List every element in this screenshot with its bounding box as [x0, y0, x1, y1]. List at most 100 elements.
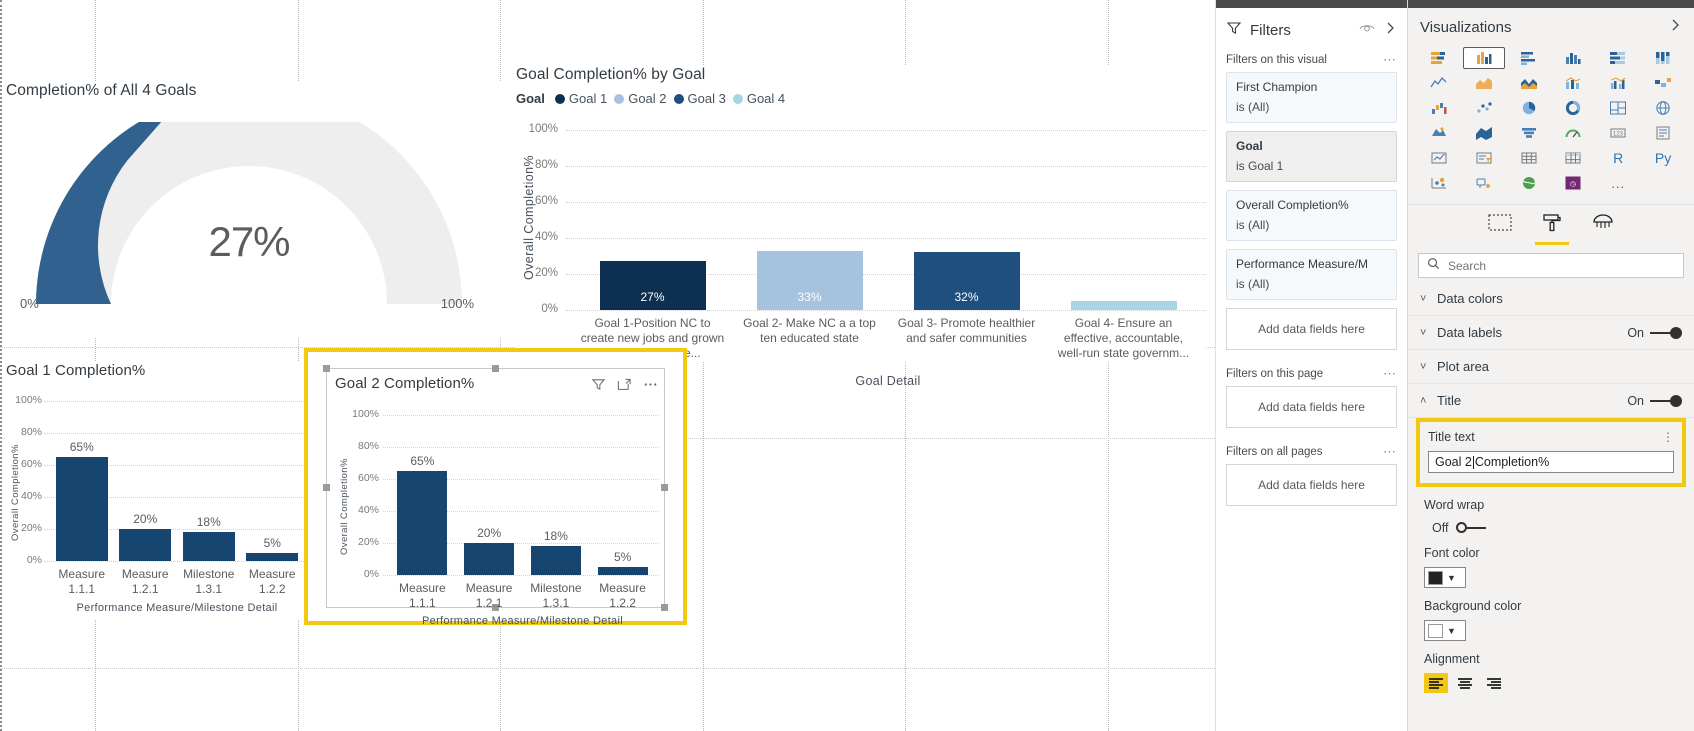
- collapse-filters-chevron-icon[interactable]: [1385, 21, 1397, 40]
- decomposition-tree-icon[interactable]: [1463, 172, 1505, 194]
- format-section-plot-area[interactable]: ˅ Plot area: [1408, 350, 1694, 384]
- legend-item[interactable]: Goal 2: [614, 91, 667, 106]
- filter-card-first-champion[interactable]: First Champion is (All): [1226, 72, 1397, 123]
- format-search-box[interactable]: [1418, 253, 1684, 278]
- report-canvas[interactable]: Completion% of All 4 Goals 27% 0% 100% G…: [0, 0, 1215, 731]
- filter-card-performance-measure[interactable]: Performance Measure/M is (All): [1226, 249, 1397, 300]
- align-left-button[interactable]: [1424, 673, 1448, 693]
- globe-map-visual-icon[interactable]: [1508, 172, 1550, 194]
- visual-header-toolbar[interactable]: [591, 377, 658, 392]
- bar-group[interactable]: 33%: [731, 250, 888, 310]
- format-section-data-colors[interactable]: ˅ Data colors: [1408, 282, 1694, 316]
- bar[interactable]: 18%: [530, 529, 581, 575]
- add-data-fields-page[interactable]: Add data fields here: [1226, 386, 1397, 428]
- column-chart-icon[interactable]: [1552, 47, 1594, 69]
- power-apps-visual-icon[interactable]: ◷: [1552, 172, 1594, 194]
- section-more-icon[interactable]: ⋯: [1383, 52, 1397, 68]
- line-chart-icon[interactable]: [1418, 72, 1460, 94]
- map-icon[interactable]: [1642, 97, 1684, 119]
- resize-handle-top-left[interactable]: [323, 365, 330, 372]
- more-visuals-icon[interactable]: ...: [1597, 172, 1639, 194]
- goal1-completion-visual[interactable]: Goal 1 Completion% Overall Completion% 1…: [6, 362, 306, 620]
- stacked-bar-chart-icon[interactable]: [1418, 47, 1460, 69]
- stacked-column-100-icon[interactable]: [1642, 47, 1684, 69]
- r-script-visual-icon[interactable]: R: [1597, 147, 1639, 169]
- legend-item[interactable]: Goal 3: [673, 91, 726, 106]
- funnel-chart-icon[interactable]: [1508, 122, 1550, 144]
- scatter-chart-icon[interactable]: [1463, 97, 1505, 119]
- bar[interactable]: 18%: [182, 515, 235, 561]
- gauge-visual[interactable]: Completion% of All 4 Goals 27% 0% 100%: [6, 82, 506, 337]
- filter-card-overall-completion[interactable]: Overall Completion% is (All): [1226, 190, 1397, 241]
- clustered-column-chart-icon[interactable]: [1462, 47, 1505, 69]
- waterfall-chart-icon[interactable]: [1418, 97, 1460, 119]
- title-text-input[interactable]: Goal 2 Completion%: [1428, 451, 1674, 473]
- search-input[interactable]: [1446, 257, 1675, 274]
- data-labels-toggle[interactable]: [1650, 326, 1682, 339]
- bar[interactable]: 65%: [55, 440, 108, 561]
- visual-type-gallery[interactable]: 123 R Py ◷ ...: [1408, 41, 1694, 198]
- gauge-chart-icon[interactable]: [1552, 122, 1594, 144]
- bar-group[interactable]: 65%: [50, 440, 114, 561]
- bar[interactable]: 32%: [913, 252, 1020, 310]
- donut-chart-icon[interactable]: [1552, 97, 1594, 119]
- goal2-completion-visual[interactable]: Goal 2 Completion% Overall Completion% 1…: [323, 365, 668, 627]
- bar-group[interactable]: 5%: [589, 550, 656, 575]
- pie-chart-icon[interactable]: [1508, 97, 1550, 119]
- bar[interactable]: [1070, 301, 1177, 310]
- line-and-stacked-column-icon[interactable]: [1552, 72, 1594, 94]
- focus-mode-icon[interactable]: [617, 377, 632, 392]
- section-more-icon[interactable]: ⋯: [1383, 444, 1397, 460]
- section-more-icon[interactable]: ⋯: [1383, 366, 1397, 382]
- bar[interactable]: 65%: [397, 454, 448, 575]
- bar-group[interactable]: 27%: [574, 261, 731, 310]
- table-icon[interactable]: [1508, 147, 1550, 169]
- filters-pane[interactable]: Filters Filters on this visual ⋯ First C…: [1215, 0, 1407, 731]
- bar[interactable]: 5%: [597, 550, 648, 575]
- align-center-button[interactable]: [1453, 673, 1477, 693]
- treemap-icon[interactable]: [1597, 97, 1639, 119]
- filled-map-icon[interactable]: [1418, 122, 1460, 144]
- bar[interactable]: 5%: [246, 536, 299, 561]
- legend-item[interactable]: Goal 4: [732, 91, 785, 106]
- format-section-title[interactable]: ˄ Title On: [1408, 384, 1694, 418]
- hide-filters-eye-icon[interactable]: [1359, 21, 1375, 39]
- title-text-more-icon[interactable]: ⋮: [1662, 430, 1674, 444]
- stacked-area-chart-icon[interactable]: [1508, 72, 1550, 94]
- bar[interactable]: 20%: [119, 512, 172, 561]
- bar-group[interactable]: 18%: [177, 515, 241, 561]
- slicer-icon[interactable]: [1463, 147, 1505, 169]
- tab-format[interactable]: [1535, 213, 1569, 245]
- filter-icon[interactable]: [591, 377, 606, 392]
- pane-tab-strip[interactable]: [1408, 204, 1694, 245]
- card-icon[interactable]: 123: [1597, 122, 1639, 144]
- key-influencers-icon[interactable]: [1418, 172, 1460, 194]
- goal-completion-by-goal-visual[interactable]: Goal Completion% by Goal Goal Goal 1 Goa…: [516, 66, 1206, 388]
- shape-map-icon[interactable]: [1463, 122, 1505, 144]
- title-toggle[interactable]: [1650, 394, 1682, 407]
- visualizations-pane[interactable]: Visualizations 123 R Py ◷ ... Search ˅ D…: [1407, 0, 1694, 731]
- bar-group[interactable]: 20%: [114, 512, 178, 561]
- ribbon-chart-icon[interactable]: [1642, 72, 1684, 94]
- tab-fields[interactable]: [1487, 213, 1513, 245]
- resize-handle-top-center[interactable]: [491, 365, 499, 372]
- bar-group[interactable]: 32%: [888, 252, 1045, 310]
- more-options-icon[interactable]: [643, 377, 658, 392]
- tab-analytics[interactable]: [1591, 213, 1615, 245]
- bar-group[interactable]: 5%: [241, 536, 305, 561]
- bar[interactable]: 27%: [599, 261, 706, 310]
- add-data-fields-visual[interactable]: Add data fields here: [1226, 308, 1397, 350]
- word-wrap-toggle[interactable]: [1456, 522, 1488, 534]
- stacked-bar-100-icon[interactable]: [1597, 47, 1639, 69]
- goal2-selection-frame[interactable]: Goal 2 Completion% Overall Completion% 1…: [304, 348, 687, 627]
- multi-row-card-icon[interactable]: [1642, 122, 1684, 144]
- area-chart-icon[interactable]: [1463, 72, 1505, 94]
- python-visual-icon[interactable]: Py: [1642, 147, 1684, 169]
- bar-group[interactable]: 20%: [456, 526, 523, 575]
- align-right-button[interactable]: [1482, 673, 1506, 693]
- format-section-data-labels[interactable]: ˅ Data labels On: [1408, 316, 1694, 350]
- bar-group[interactable]: 18%: [523, 529, 590, 575]
- background-color-picker[interactable]: ▼: [1424, 620, 1466, 641]
- legend[interactable]: Goal Goal 1 Goal 2 Goal 3 Goal 4: [516, 91, 1206, 106]
- bar[interactable]: 33%: [756, 250, 863, 310]
